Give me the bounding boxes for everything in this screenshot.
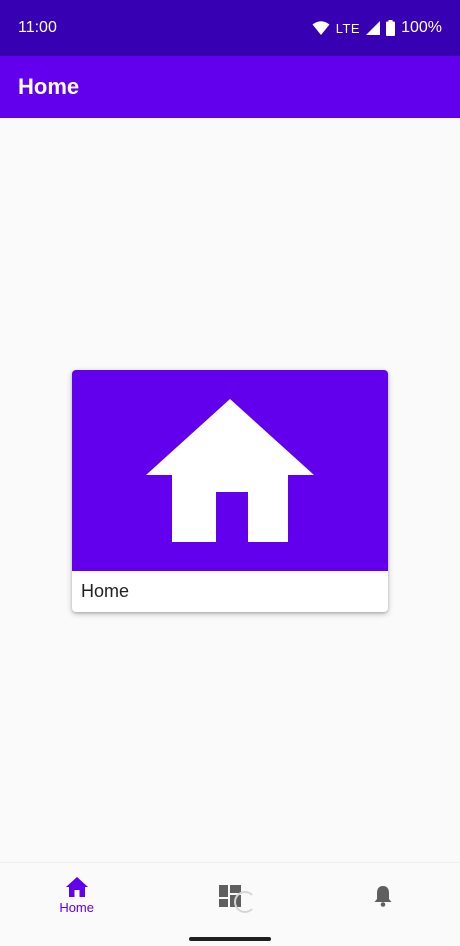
main-content: Home <box>0 118 460 862</box>
battery-level: 100% <box>401 19 442 36</box>
nav-item-notifications[interactable] <box>307 863 460 929</box>
home-icon <box>65 877 88 897</box>
signal-icon <box>366 21 381 35</box>
home-icon <box>146 398 314 542</box>
bottom-navigation: Home <box>0 862 460 929</box>
nav-label-home: Home <box>59 900 94 915</box>
status-icons: LTE 100% <box>312 19 442 37</box>
app-bar: Home <box>0 56 460 118</box>
card-label: Home <box>81 581 130 601</box>
network-type: LTE <box>335 20 361 36</box>
nav-item-dashboard[interactable] <box>153 863 306 929</box>
card-media <box>72 370 388 571</box>
wifi-icon <box>312 21 330 35</box>
status-time: 11:00 <box>18 19 57 36</box>
status-bar: 11:00 LTE 100% <box>0 0 460 56</box>
battery-icon <box>386 20 396 36</box>
home-card[interactable]: Home <box>72 370 388 612</box>
gesture-handle[interactable] <box>189 937 271 941</box>
page-title: Home <box>18 74 80 99</box>
loading-spinner-icon <box>234 891 256 913</box>
notifications-icon <box>374 886 392 907</box>
nav-item-home[interactable]: Home <box>0 863 153 929</box>
